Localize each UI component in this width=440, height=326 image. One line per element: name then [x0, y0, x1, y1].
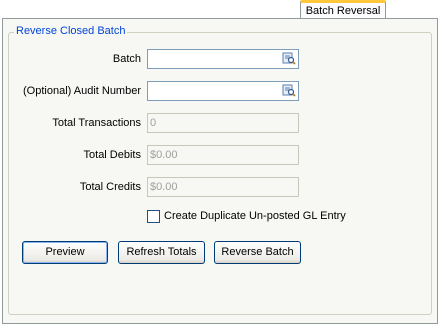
batch-label: Batch [112, 53, 141, 65]
tab-strip: Batch Reversal [0, 0, 440, 20]
total-credits-label: Total Credits [79, 181, 141, 193]
total-debits-label: Total Debits [83, 149, 141, 161]
audit-label: (Optional) Audit Number [23, 85, 141, 97]
refresh-totals-button[interactable]: Refresh Totals [118, 241, 205, 264]
reverse-batch-button[interactable]: Reverse Batch [214, 241, 301, 264]
total-transactions-label: Total Transactions [52, 117, 141, 129]
duplicate-gl-checkbox[interactable] [147, 210, 160, 223]
tab-batch-reversal[interactable]: Batch Reversal [300, 0, 386, 19]
duplicate-gl-checkbox-label[interactable]: Create Duplicate Un-posted GL Entry [164, 209, 346, 223]
batch-input[interactable] [147, 49, 299, 69]
search-lookup-icon[interactable] [282, 52, 296, 66]
preview-button[interactable]: Preview [22, 241, 108, 264]
total-transactions-field: 0 [147, 113, 299, 133]
audit-number-input[interactable] [147, 81, 299, 101]
reverse-closed-batch-group: Reverse Closed Batch Batch (Optional) Au… [8, 25, 432, 315]
search-lookup-icon[interactable] [282, 84, 296, 98]
total-debits-field: $0.00 [147, 145, 299, 165]
tab-panel: Reverse Closed Batch Batch (Optional) Au… [2, 18, 438, 324]
total-credits-field: $0.00 [147, 177, 299, 197]
group-title: Reverse Closed Batch [14, 25, 128, 37]
